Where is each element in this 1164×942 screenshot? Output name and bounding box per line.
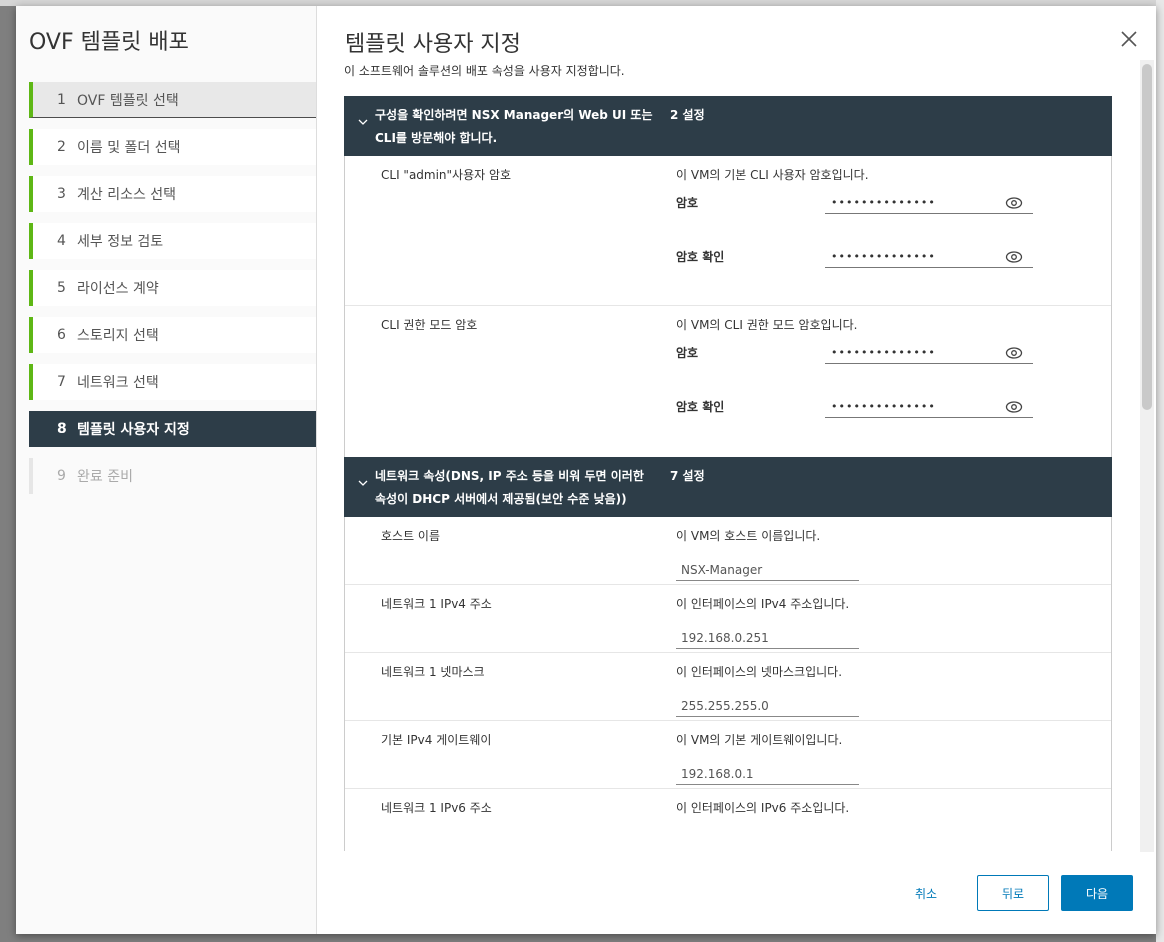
password-label: 암호 (676, 196, 699, 210)
property-row-ipv6-address: 네트워크 1 IPv6 주소 이 인터페이스의 IPv6 주소입니다. (345, 789, 1111, 851)
wizard-step-8-active[interactable]: 8 템플릿 사용자 지정 (29, 411, 316, 447)
step-label: 이름 및 폴더 선택 (77, 140, 181, 156)
gateway-input[interactable]: 192.168.0.1 (676, 763, 859, 785)
property-label: CLI 권한 모드 암호 (381, 318, 478, 332)
section-header-admin[interactable]: 구성을 확인하려면 NSX Manager의 Web UI 또는 CLI를 방문… (344, 96, 1112, 156)
confirm-password-label: 암호 확인 (676, 400, 725, 414)
step-number: 1 (57, 91, 66, 108)
eye-icon[interactable] (1005, 346, 1023, 360)
step-label: OVF 템플릿 선택 (77, 92, 179, 109)
wizard-step-5[interactable]: 5 라이선스 계약 (29, 270, 316, 306)
confirm-password-label: 암호 확인 (676, 250, 725, 264)
property-description: 이 VM의 호스트 이름입니다. (676, 529, 821, 543)
property-description: 이 VM의 기본 CLI 사용자 암호입니다. (676, 168, 869, 182)
password-field[interactable]: •••••••••••••• (825, 342, 1033, 364)
section-title-line2: 속성이 DHCP 서버에서 제공됨(보안 수준 낮음)) (375, 492, 627, 506)
cancel-button[interactable]: 취소 (896, 875, 956, 911)
property-row-hostname: 호스트 이름 이 VM의 호스트 이름입니다. NSX-Manager (345, 517, 1111, 585)
ipv4-address-input[interactable]: 192.168.0.251 (676, 627, 859, 649)
property-description: 이 VM의 CLI 권한 모드 암호입니다. (676, 318, 858, 332)
scrollbar[interactable] (1140, 60, 1154, 852)
step-label: 네트워크 선택 (77, 375, 159, 391)
step-label: 세부 정보 검토 (77, 234, 164, 250)
property-row-ipv4-address: 네트워크 1 IPv4 주소 이 인터페이스의 IPv4 주소입니다. 192.… (345, 585, 1111, 653)
property-description: 이 인터페이스의 IPv6 주소입니다. (676, 801, 850, 815)
page-description: 이 소프트웨어 솔루션의 배포 속성을 사용자 지정합니다. (344, 64, 625, 78)
wizard-title: OVF 템플릿 배포 (29, 30, 189, 55)
confirm-password-value: •••••••••••••• (831, 250, 936, 263)
back-button[interactable]: 뒤로 (977, 875, 1049, 911)
wizard-steps: 1 OVF 템플릿 선택 2 이름 및 폴더 선택 3 계산 리소스 선택 4 … (29, 82, 316, 505)
property-label: 호스트 이름 (381, 529, 441, 543)
step-number: 3 (57, 186, 66, 202)
wizard-step-1[interactable]: 1 OVF 템플릿 선택 (29, 82, 316, 118)
property-description: 이 인터페이스의 넷마스크입니다. (676, 665, 843, 679)
eye-icon[interactable] (1005, 250, 1023, 264)
property-row-gateway: 기본 IPv4 게이트웨이 이 VM의 기본 게이트웨이입니다. 192.168… (345, 721, 1111, 789)
step-number: 6 (57, 327, 66, 343)
step-number: 7 (57, 374, 66, 390)
property-label: CLI "admin"사용자 암호 (381, 168, 512, 182)
wizard-step-4[interactable]: 4 세부 정보 검토 (29, 223, 316, 259)
property-row-cli-admin-password: CLI "admin"사용자 암호 이 VM의 기본 CLI 사용자 암호입니다… (345, 156, 1111, 306)
eye-icon[interactable] (1005, 400, 1023, 414)
wizard-main: 템플릿 사용자 지정 이 소프트웨어 솔루션의 배포 속성을 사용자 지정합니다… (316, 6, 1156, 934)
close-button[interactable] (1120, 30, 1140, 50)
step-label: 라이선스 계약 (77, 281, 159, 297)
property-label: 네트워크 1 IPv4 주소 (381, 597, 492, 611)
netmask-input[interactable]: 255.255.255.0 (676, 695, 859, 717)
password-field[interactable]: •••••••••••••• (825, 192, 1033, 214)
section-count: 7 설정 (670, 469, 705, 483)
ipv6-address-input[interactable] (676, 833, 859, 851)
password-label: 암호 (676, 346, 699, 360)
password-value: •••••••••••••• (831, 196, 936, 209)
close-icon (1121, 31, 1137, 47)
step-label: 템플릿 사용자 지정 (77, 422, 190, 438)
property-label: 네트워크 1 넷마스크 (381, 665, 485, 679)
step-number: 9 (57, 468, 66, 484)
step-number: 8 (57, 421, 67, 437)
section-body-network: 호스트 이름 이 VM의 호스트 이름입니다. NSX-Manager 네트워크… (344, 517, 1112, 851)
property-description: 이 VM의 기본 게이트웨이입니다. (676, 733, 843, 747)
chevron-down-icon (358, 480, 368, 486)
property-label: 네트워크 1 IPv6 주소 (381, 801, 492, 815)
confirm-password-field[interactable]: •••••••••••••• (825, 246, 1033, 268)
confirm-password-field[interactable]: •••••••••••••• (825, 396, 1033, 418)
section-title-line2: CLI를 방문해야 합니다. (375, 131, 498, 145)
backdrop-app-right (1156, 0, 1164, 942)
step-number: 5 (57, 280, 66, 296)
hostname-input[interactable]: NSX-Manager (676, 559, 859, 581)
wizard-step-2[interactable]: 2 이름 및 폴더 선택 (29, 129, 316, 165)
section-body-admin: CLI "admin"사용자 암호 이 VM의 기본 CLI 사용자 암호입니다… (344, 156, 1112, 457)
section-count: 2 설정 (670, 108, 705, 122)
step-label: 스토리지 선택 (77, 328, 159, 344)
step-label: 계산 리소스 선택 (77, 187, 177, 203)
confirm-password-value: •••••••••••••• (831, 400, 936, 413)
section-title-line1: 네트워크 속성(DNS, IP 주소 등을 비워 두면 이러한 (375, 469, 644, 483)
deploy-ovf-dialog: OVF 템플릿 배포 1 OVF 템플릿 선택 2 이름 및 폴더 선택 3 계… (16, 6, 1156, 934)
page-title: 템플릿 사용자 지정 (345, 32, 521, 57)
eye-icon[interactable] (1005, 196, 1023, 210)
chevron-down-icon (358, 119, 368, 125)
wizard-step-9: 9 완료 준비 (29, 458, 316, 494)
step-label: 완료 준비 (77, 469, 133, 485)
property-label: 기본 IPv4 게이트웨이 (381, 733, 492, 747)
wizard-step-6[interactable]: 6 스토리지 선택 (29, 317, 316, 353)
scrollbar-thumb[interactable] (1142, 64, 1152, 410)
properties-scroll-area[interactable]: 구성을 확인하려면 NSX Manager의 Web UI 또는 CLI를 방문… (344, 96, 1112, 851)
next-button[interactable]: 다음 (1061, 875, 1133, 911)
section-header-network[interactable]: 네트워크 속성(DNS, IP 주소 등을 비워 두면 이러한 속성이 DHCP… (344, 457, 1112, 517)
step-number: 2 (57, 139, 66, 155)
property-row-netmask: 네트워크 1 넷마스크 이 인터페이스의 넷마스크입니다. 255.255.25… (345, 653, 1111, 721)
wizard-step-3[interactable]: 3 계산 리소스 선택 (29, 176, 316, 212)
property-description: 이 인터페이스의 IPv4 주소입니다. (676, 597, 850, 611)
section-title-line1: 구성을 확인하려면 NSX Manager의 Web UI 또는 (375, 108, 653, 122)
property-row-cli-privilege-password: CLI 권한 모드 암호 이 VM의 CLI 권한 모드 암호입니다. 암호 •… (345, 306, 1111, 457)
wizard-sidebar: OVF 템플릿 배포 1 OVF 템플릿 선택 2 이름 및 폴더 선택 3 계… (16, 6, 317, 934)
step-number: 4 (57, 233, 66, 249)
password-value: •••••••••••••• (831, 346, 936, 359)
wizard-step-7[interactable]: 7 네트워크 선택 (29, 364, 316, 400)
